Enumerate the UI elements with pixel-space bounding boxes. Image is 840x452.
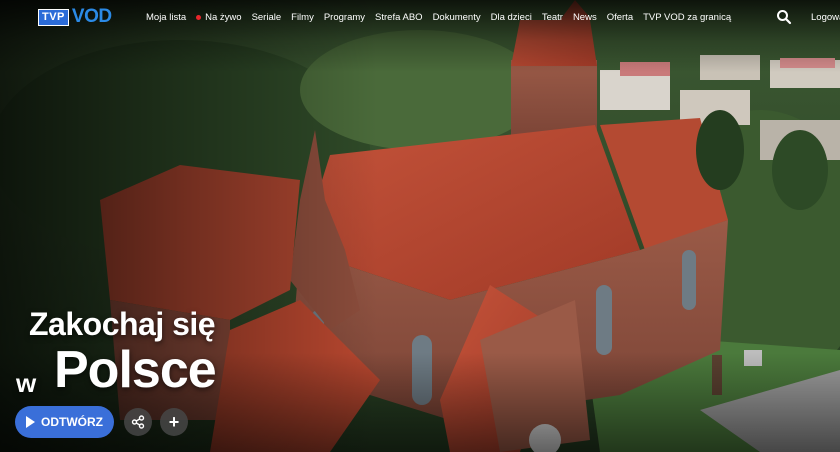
- live-dot-icon: [196, 15, 202, 20]
- play-button[interactable]: ODTWÓRZ: [15, 406, 114, 438]
- play-icon: [26, 416, 35, 428]
- login-link[interactable]: Logowa: [811, 12, 840, 23]
- add-to-list-button[interactable]: +: [160, 408, 188, 436]
- share-button[interactable]: [124, 408, 152, 436]
- hero-title-line2: Polsce: [54, 341, 217, 399]
- nav-item-teatr[interactable]: Teatr: [542, 12, 563, 23]
- tvp-vod-logo[interactable]: TVP VOD: [38, 6, 112, 27]
- nav-item-filmy[interactable]: Filmy: [291, 12, 314, 23]
- nav-item-strefa-abo[interactable]: Strefa ABO: [375, 12, 423, 23]
- nav-item-dokumenty[interactable]: Dokumenty: [433, 12, 481, 23]
- nav-item-programy[interactable]: Programy: [324, 12, 365, 23]
- top-navigation: TVP VOD Moja lista Na żywo Seriale Filmy…: [0, 0, 840, 34]
- hero-title-line1: Zakochaj się: [29, 306, 216, 342]
- logo-vod-text: VOD: [71, 6, 112, 27]
- nav-item-na-zywo-label: Na żywo: [205, 12, 242, 23]
- nav-item-dla-dzieci[interactable]: Dla dzieci: [491, 12, 532, 23]
- nav-item-seriale[interactable]: Seriale: [252, 12, 282, 23]
- nav-item-na-zywo[interactable]: Na żywo: [196, 12, 242, 23]
- plus-icon: +: [168, 412, 180, 432]
- search-icon[interactable]: [776, 9, 792, 25]
- nav-item-oferta[interactable]: Oferta: [607, 12, 633, 23]
- nav-item-tvp-vod-za-granica[interactable]: TVP VOD za granicą: [643, 12, 731, 23]
- play-button-label: ODTWÓRZ: [41, 415, 103, 429]
- logo-tvp-box: TVP: [38, 8, 69, 26]
- share-icon: [131, 415, 145, 429]
- hero-title-prefix: w: [16, 368, 37, 398]
- main-menu: Moja lista Na żywo Seriale Filmy Program…: [146, 12, 741, 23]
- nav-item-news[interactable]: News: [573, 12, 597, 23]
- nav-item-moja-lista[interactable]: Moja lista: [146, 12, 186, 23]
